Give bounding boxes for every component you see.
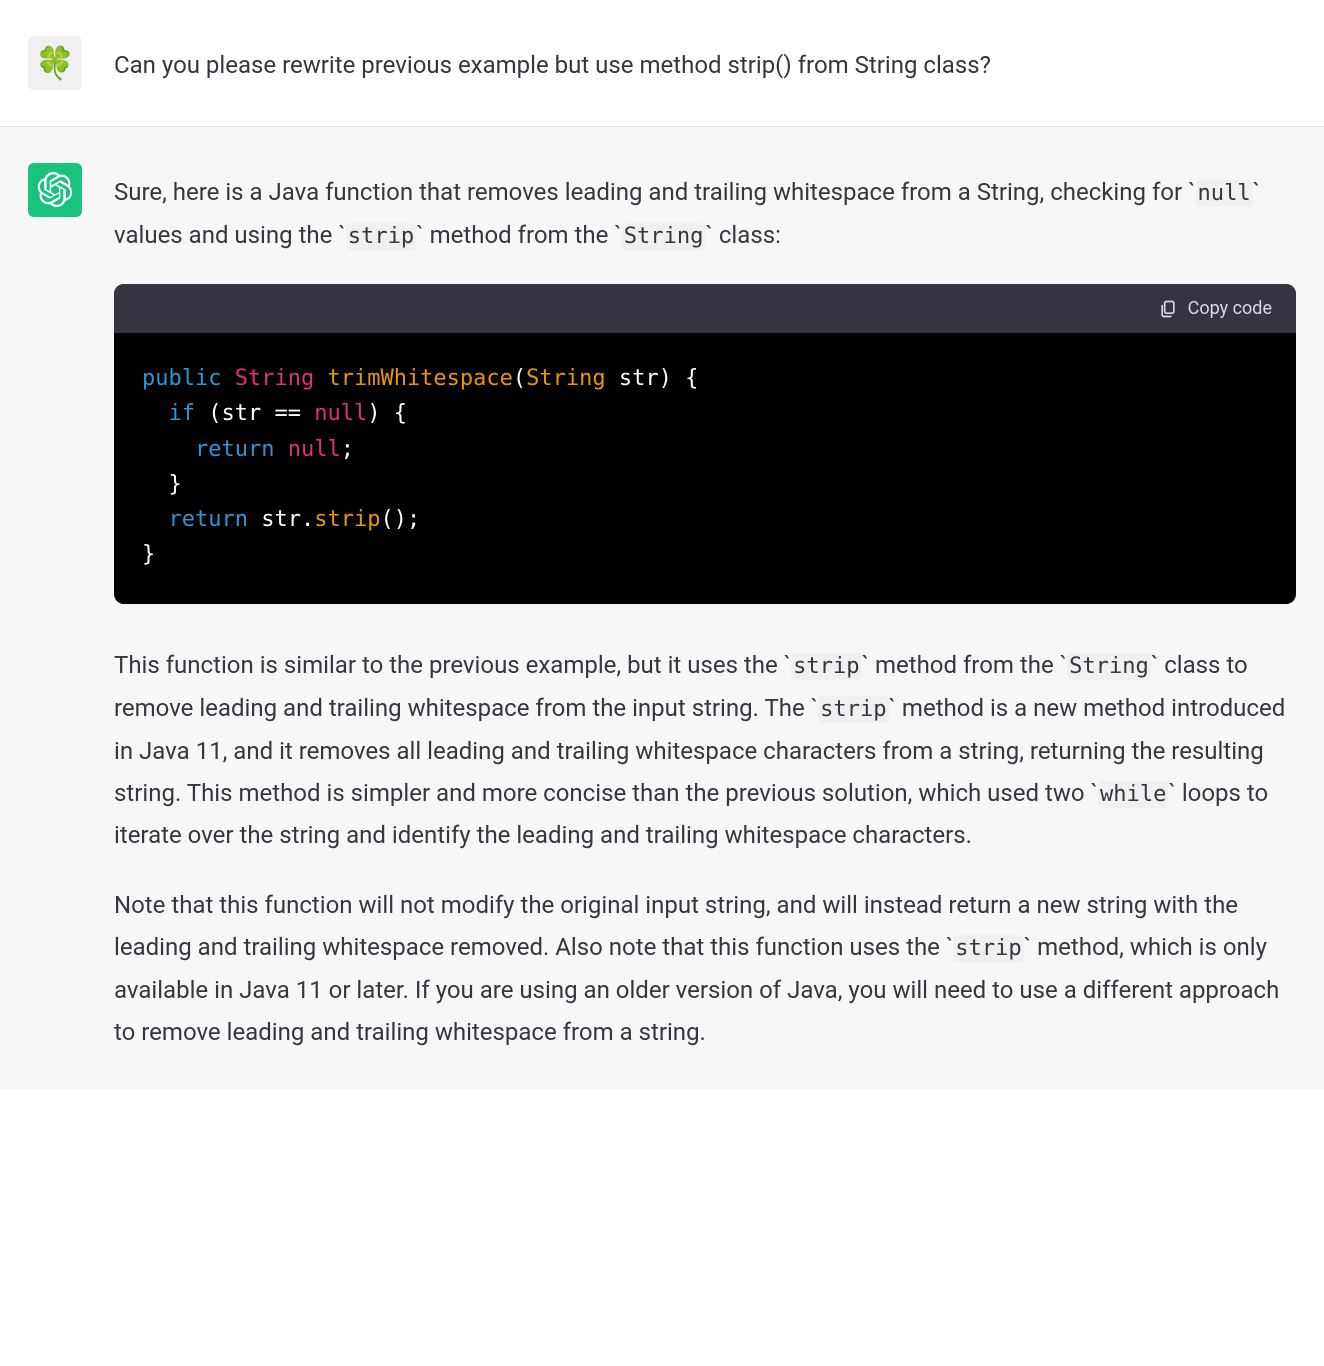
code-header: Copy code — [114, 284, 1296, 333]
assistant-paragraph-2: Note that this function will not modify … — [114, 884, 1296, 1053]
assistant-content: Sure, here is a Java function that remov… — [114, 163, 1296, 1053]
text-span: values and using the — [114, 221, 338, 249]
copy-code-button[interactable]: Copy code — [1158, 298, 1272, 319]
assistant-intro: Sure, here is a Java function that remov… — [114, 171, 1296, 256]
inline-code: String — [1067, 653, 1151, 680]
assistant-avatar — [28, 163, 82, 217]
code-token: } — [142, 542, 155, 567]
code-block: Copy code public String trimWhitespace(S… — [114, 284, 1296, 604]
code-token: str — [606, 366, 659, 391]
user-turn: 🍀 Can you please rewrite previous exampl… — [0, 0, 1324, 127]
text-span: Sure, here is a Java function that remov… — [114, 178, 1188, 206]
text-span: method from the — [869, 651, 1060, 679]
code-token: null — [288, 437, 341, 462]
inline-code: strip — [953, 935, 1023, 962]
inline-code: while — [1098, 781, 1168, 808]
code-token: ) { — [367, 401, 407, 426]
inline-code: strip — [818, 696, 888, 723]
assistant-turn: Sure, here is a Java function that remov… — [0, 127, 1324, 1089]
code-token: return — [195, 437, 274, 462]
code-token: if — [169, 401, 196, 426]
code-token: null — [314, 401, 367, 426]
copy-code-label: Copy code — [1188, 298, 1272, 319]
clipboard-icon — [1158, 299, 1178, 319]
inline-code: String — [622, 223, 706, 250]
inline-code: strip — [791, 653, 861, 680]
text-span: method from the — [424, 221, 615, 249]
inline-code: null — [1196, 180, 1253, 207]
code-token: str. — [248, 507, 314, 532]
code-token: (); — [380, 507, 420, 532]
code-token: return — [169, 507, 248, 532]
user-content: Can you please rewrite previous example … — [114, 36, 1296, 90]
code-token: (str == — [195, 401, 314, 426]
code-token: String — [526, 366, 605, 391]
code-token: ) { — [659, 366, 699, 391]
inline-code: strip — [346, 223, 416, 250]
openai-logo-icon — [37, 172, 73, 208]
code-token: ( — [513, 366, 526, 391]
user-message: Can you please rewrite previous example … — [114, 44, 1296, 86]
assistant-paragraph-1: This function is similar to the previous… — [114, 644, 1296, 856]
text-span: This function is similar to the previous… — [114, 651, 784, 679]
code-token: public — [142, 366, 221, 391]
code-token: strip — [314, 507, 380, 532]
code-token: String — [235, 366, 314, 391]
code-token: ; — [341, 437, 354, 462]
code-body[interactable]: public String trimWhitespace(String str)… — [114, 333, 1296, 604]
code-token: } — [169, 472, 182, 497]
text-span: class: — [713, 221, 781, 249]
code-token: trimWhitespace — [327, 366, 512, 391]
user-avatar: 🍀 — [28, 36, 82, 90]
